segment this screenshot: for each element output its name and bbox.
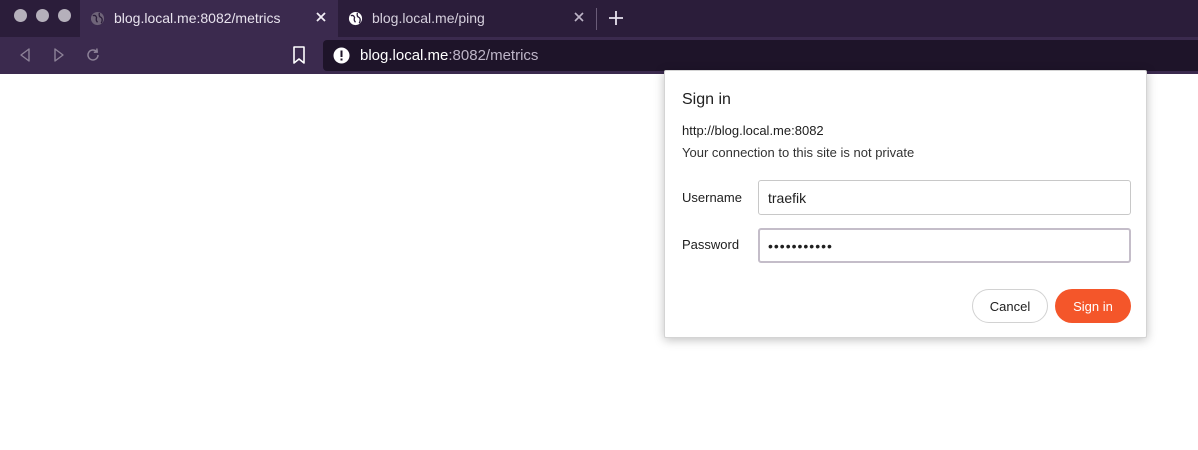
tab-title: blog.local.me/ping — [372, 10, 485, 26]
cancel-button[interactable]: Cancel — [972, 289, 1048, 323]
username-label: Username — [682, 190, 742, 205]
sign-in-button[interactable]: Sign in — [1055, 289, 1131, 323]
tab-ping[interactable]: blog.local.me/ping — [338, 0, 596, 37]
dialog-title: Sign in — [682, 91, 731, 108]
address-bar[interactable]: blog.local.me:8082/metrics — [323, 40, 1198, 71]
dialog-origin: http://blog.local.me:8082 — [682, 123, 824, 138]
globe-icon — [348, 11, 363, 26]
dialog-security-note: Your connection to this site is not priv… — [682, 145, 915, 160]
tab-metrics[interactable]: blog.local.me:8082/metrics — [80, 0, 338, 37]
close-icon[interactable] — [312, 8, 330, 26]
new-tab-plus-icon[interactable] — [606, 8, 626, 28]
sign-in-dialog: Sign in http://blog.local.me:8082 Your c… — [664, 70, 1147, 338]
forward-icon[interactable] — [50, 46, 68, 64]
url-path: :8082/metrics — [448, 47, 539, 64]
tab-title: blog.local.me:8082/metrics — [114, 10, 281, 26]
bookmark-icon[interactable] — [290, 45, 308, 65]
username-field[interactable] — [758, 180, 1131, 215]
warning-icon[interactable] — [333, 47, 350, 64]
browser-toolbar: blog.local.me:8082/metrics — [0, 37, 1198, 74]
url-text[interactable]: blog.local.me:8082/metrics — [360, 47, 538, 64]
tab-strip: blog.local.me:8082/metrics blog.local.me… — [0, 0, 1198, 37]
reload-icon[interactable] — [84, 46, 102, 64]
globe-icon — [90, 11, 105, 26]
window-minimize-button[interactable] — [36, 9, 49, 22]
back-icon[interactable] — [16, 46, 34, 64]
password-field[interactable] — [758, 228, 1131, 263]
window-close-button[interactable] — [14, 9, 27, 22]
password-label: Password — [682, 237, 740, 252]
window-zoom-button[interactable] — [58, 9, 71, 22]
close-icon[interactable] — [570, 8, 588, 26]
tab-divider — [596, 8, 597, 30]
url-host: blog.local.me — [360, 47, 449, 64]
